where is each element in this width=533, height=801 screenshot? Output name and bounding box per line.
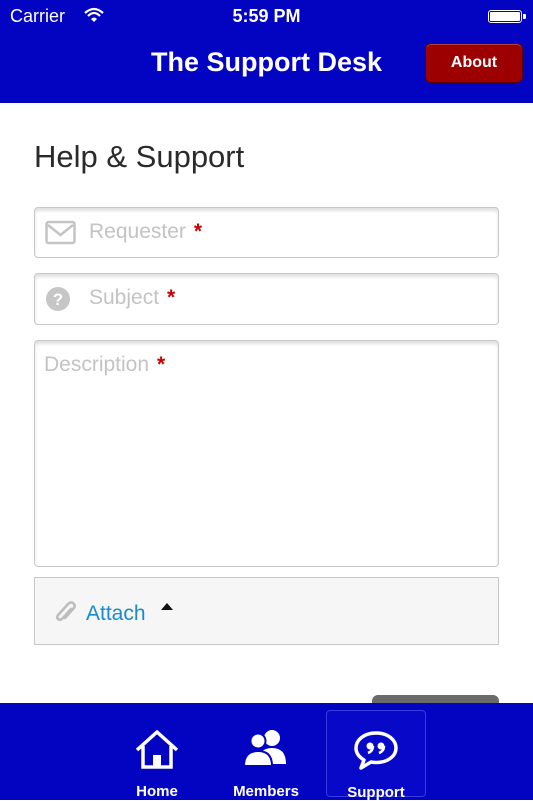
tab-support[interactable]: Support <box>326 710 426 801</box>
tab-bar: Home Members Support <box>0 703 533 801</box>
subject-placeholder: Subject <box>89 286 160 309</box>
members-icon <box>242 728 290 773</box>
home-icon <box>134 728 180 775</box>
caret-up-icon[interactable] <box>161 603 173 610</box>
requester-placeholder: Requester <box>89 220 186 243</box>
subject-field[interactable]: ? Subject * <box>34 273 499 325</box>
about-button[interactable]: About <box>425 43 523 83</box>
svg-text:?: ? <box>53 290 63 309</box>
requester-field[interactable]: Requester * <box>34 207 499 258</box>
status-bar: Carrier 5:59 PM <box>0 0 533 34</box>
page-title: Help & Support <box>34 139 245 174</box>
tab-home[interactable]: Home <box>107 710 207 800</box>
question-icon: ? <box>45 286 71 317</box>
required-marker: * <box>193 220 203 243</box>
attach-link[interactable]: Attach <box>86 602 146 626</box>
tab-home-label: Home <box>136 783 178 800</box>
tab-support-label: Support <box>347 784 405 801</box>
clock: 5:59 PM <box>232 6 301 26</box>
speech-bubble-icon <box>353 729 399 776</box>
attach-panel[interactable]: Attach <box>34 577 499 645</box>
required-marker: * <box>167 286 176 309</box>
battery-icon <box>488 10 526 23</box>
paperclip-icon <box>55 600 77 631</box>
description-placeholder: Description <box>44 353 150 376</box>
required-marker: * <box>157 353 166 376</box>
description-field[interactable]: Description * <box>34 340 499 567</box>
tab-members[interactable]: Members <box>216 710 316 800</box>
tab-members-label: Members <box>233 783 299 800</box>
envelope-icon <box>45 220 76 250</box>
